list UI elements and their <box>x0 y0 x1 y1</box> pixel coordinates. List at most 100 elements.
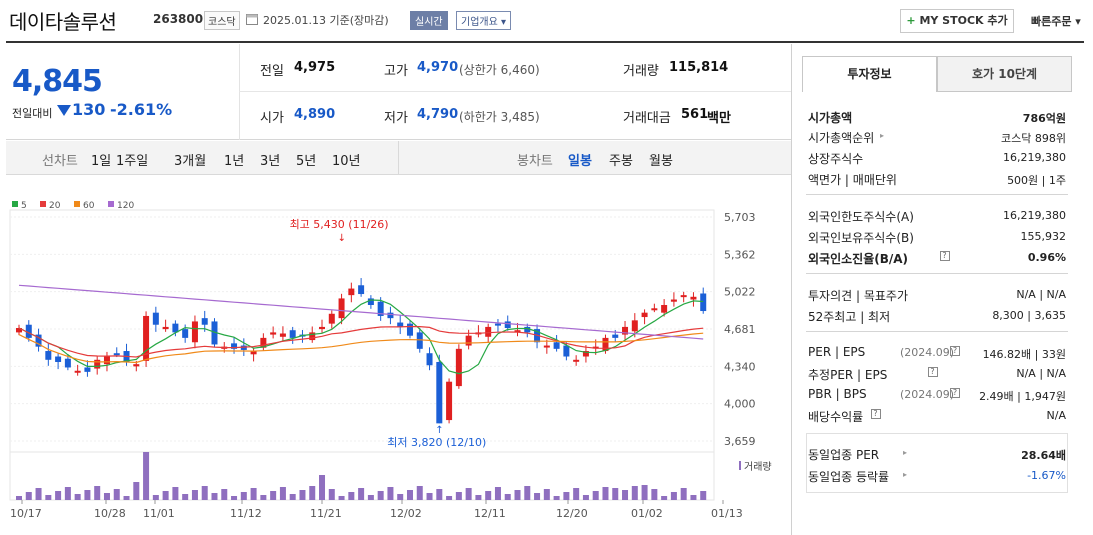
x-tick-label: 10/28 <box>94 507 126 520</box>
investment-info-panel: 투자정보 호가 10단계 시가총액 786억원 시가총액순위 ▸ 코스닥 898위 상장주… <box>802 56 1072 496</box>
help-icon[interactable]: ? <box>950 388 960 398</box>
info-value: N/A | N/A <box>1016 288 1066 301</box>
period-1w[interactable]: 1주일 <box>116 150 148 169</box>
info-value: 155,932 <box>1020 230 1067 243</box>
volume-bar <box>651 489 658 500</box>
volume-bar <box>670 492 677 500</box>
chart-period-bar: 선차트 1일 1주일 3개월 1년 3년 5년 10년 봉차트 일봉 주봉 월봉 <box>6 141 791 175</box>
period-1y[interactable]: 1년 <box>224 150 244 169</box>
candle-body <box>651 308 658 311</box>
period-3y[interactable]: 3년 <box>260 150 280 169</box>
summary-row-divider <box>239 91 791 92</box>
volume-bar <box>514 490 521 500</box>
info-key[interactable]: PER | EPS <box>808 345 865 359</box>
period-10y[interactable]: 10년 <box>332 150 361 169</box>
high-label: 고가 <box>384 64 408 79</box>
period-5y[interactable]: 5년 <box>296 150 316 169</box>
candle-body <box>64 358 71 368</box>
candle-body <box>700 293 707 312</box>
quick-order-button[interactable]: 빠른주문 ▾ <box>1031 13 1081 29</box>
volume-bar <box>661 496 668 500</box>
candle-body <box>504 321 511 329</box>
volume-bar <box>348 492 355 500</box>
info-value: 146.82배 | 33원 <box>982 348 1066 361</box>
company-overview-dropdown[interactable]: 기업개요 ▾ <box>456 11 511 30</box>
volume-bar <box>103 493 110 500</box>
volume-bar <box>55 491 62 500</box>
down-triangle-icon <box>57 105 71 116</box>
candle-body <box>416 332 423 349</box>
candle-body <box>426 353 433 366</box>
volume-value: 115,814 <box>669 60 729 75</box>
info-row: 외국인소진율(B/A)? 0.96% <box>808 248 1066 268</box>
volume-bar <box>240 492 247 500</box>
volume-bar <box>494 487 501 500</box>
volume-bar <box>573 488 580 500</box>
low-label: 저가 <box>384 111 408 126</box>
high-price: 4,970 <box>417 60 459 75</box>
volume-bar <box>446 496 453 500</box>
realtime-badge[interactable]: 실시간 <box>410 11 448 30</box>
candle-body <box>494 323 501 326</box>
tab-orderbook-10[interactable]: 호가 10단계 <box>937 56 1072 92</box>
amount-label: 거래대금 <box>623 111 671 126</box>
volume-bar <box>94 486 101 500</box>
candle-body <box>455 348 462 387</box>
add-my-stock-button[interactable]: + MY STOCK 추가 <box>900 9 1014 33</box>
info-value: 786억원 <box>1022 112 1066 125</box>
help-icon[interactable]: ? <box>939 251 950 261</box>
amount-value: 561 <box>681 107 709 122</box>
volume-bar <box>35 488 42 500</box>
info-key[interactable]: 추정PER | EPS <box>808 366 887 383</box>
info-key[interactable]: 시가총액순위 <box>808 129 874 146</box>
info-key[interactable]: 배당수익률 <box>808 408 863 425</box>
info-key[interactable]: 외국인소진율(B/A) <box>808 250 908 267</box>
x-tick-label: 01/13 <box>711 507 743 520</box>
volume-bar <box>231 496 238 500</box>
period-1d[interactable]: 1일 <box>91 150 111 169</box>
candle-body <box>553 342 560 349</box>
candle-body <box>201 318 208 325</box>
volume-bar <box>426 493 433 500</box>
info-row: PER | EPS (2024.09)? 146.82배 | 33원 <box>808 343 1066 363</box>
legend-swatch <box>108 201 114 207</box>
tab-investment-info[interactable]: 투자정보 <box>802 56 937 92</box>
change-rate: -2.61% <box>110 100 173 119</box>
caret-right-icon[interactable]: ▸ <box>880 131 884 140</box>
legend-label: 60 <box>83 201 95 211</box>
candle-daily[interactable]: 일봉 <box>568 150 592 169</box>
stock-header: 데이타솔루션 263800 코스닥 2025.01.13 기준(장마감) 실시간… <box>0 0 1093 43</box>
candle-body <box>661 305 668 313</box>
candle-body <box>270 332 277 335</box>
volume-bar <box>250 488 257 500</box>
info-key: 52주최고 | 최저 <box>808 310 891 324</box>
info-key-period: (2024.09) <box>900 388 955 401</box>
help-icon[interactable]: ? <box>950 346 960 356</box>
volume-bar <box>534 493 541 500</box>
candle-body <box>338 298 345 319</box>
info-key: 상장주식수 <box>808 152 864 166</box>
volume-bar <box>64 487 71 500</box>
volume-bar <box>84 490 91 500</box>
period-3m[interactable]: 3개월 <box>174 150 206 169</box>
info-key: 외국인한도주식수(A) <box>808 210 914 224</box>
market-badge: 코스닥 <box>204 11 240 30</box>
volume-bar <box>279 487 286 500</box>
candle-body <box>84 367 91 372</box>
info-key: 시가총액 <box>808 111 853 125</box>
period-divider <box>398 141 399 175</box>
info-divider <box>806 194 1068 195</box>
legend-swatch <box>12 201 18 207</box>
candle-body <box>133 364 140 367</box>
candle-monthly[interactable]: 월봉 <box>649 150 673 169</box>
help-icon[interactable]: ? <box>927 367 938 377</box>
stock-chart[interactable]: 5 20 60 120 5,703 5,362 5,022 4,681 4,340 4,000 3,… <box>6 190 791 535</box>
volume-bar <box>582 495 589 500</box>
volume-bar <box>143 452 150 500</box>
info-key-period: (2024.09) <box>900 346 955 359</box>
help-icon[interactable]: ? <box>870 409 881 419</box>
candle-weekly[interactable]: 주봉 <box>609 150 633 169</box>
info-key[interactable]: PBR | BPS <box>808 387 867 401</box>
x-tick-label: 01/02 <box>631 507 663 520</box>
candle-body <box>55 356 62 362</box>
